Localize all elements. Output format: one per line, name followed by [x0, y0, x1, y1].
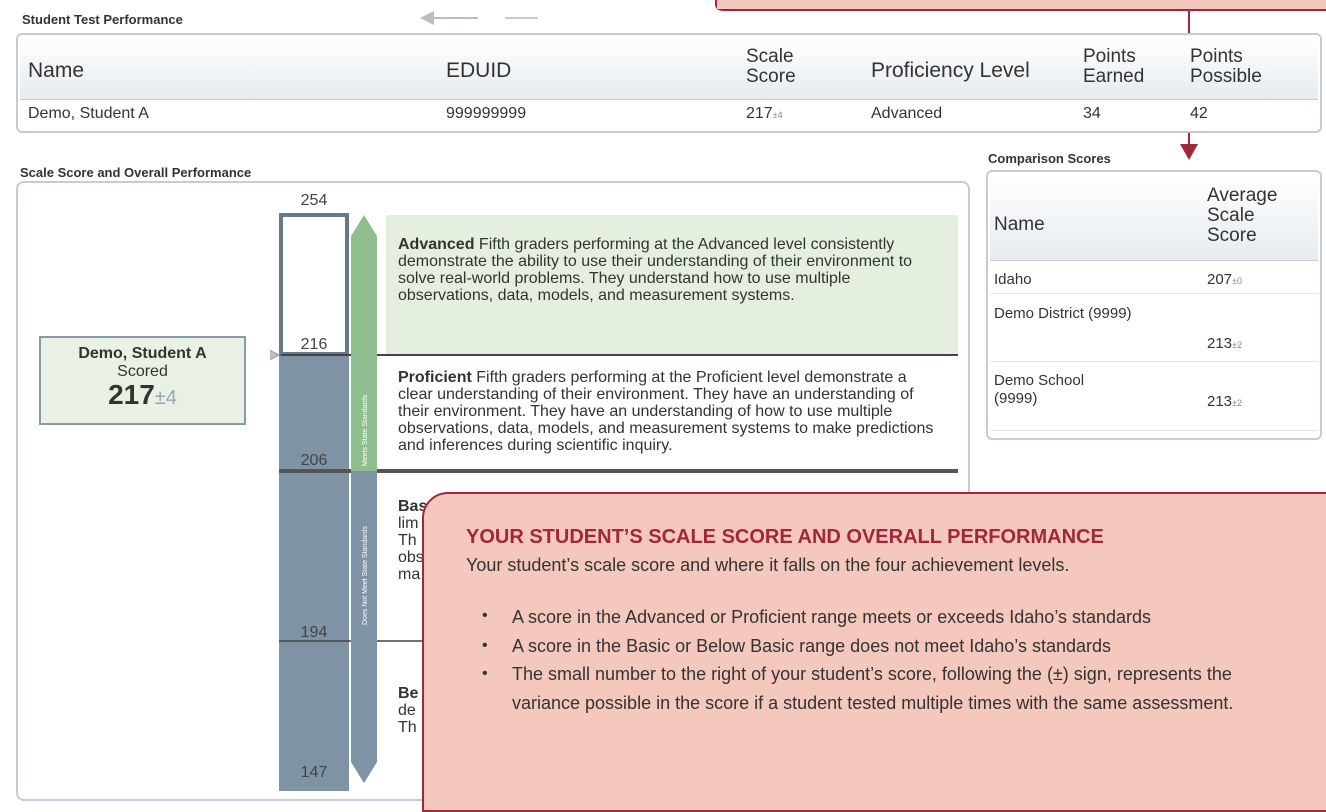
explanation-callout: YOUR STUDENT’S SCALE SCORE AND OVERALL P…	[422, 492, 1326, 812]
not-meet-standards-bar	[351, 471, 377, 783]
tick-216: 216	[300, 336, 328, 353]
callout-bullet-0: A score in the Advanced or Proficient ra…	[512, 607, 1152, 627]
tick-206: 206	[300, 452, 328, 469]
section-title-comparison: Comparison Scores	[988, 151, 1111, 166]
level-proficient-description: Proficient Fifth graders performing at t…	[398, 369, 943, 454]
level-proficient-text: Fifth graders performing at the Proficie…	[398, 369, 934, 454]
cell-proficiency: Advanced	[871, 105, 943, 122]
header-avg-0: Average	[1207, 185, 1278, 206]
header-avg-1: Scale	[1207, 205, 1255, 226]
cmp-row-0-pm: ±0	[1232, 276, 1242, 286]
cell-points-possible: 42	[1190, 105, 1208, 122]
bullet-dot-2: •	[482, 665, 488, 682]
comparison-header-name: Name	[994, 214, 1045, 235]
student-score-value-wrap: 217±4	[41, 381, 244, 412]
cmp-row-2-name: Demo School (9999)	[994, 372, 1084, 408]
callout-title: YOUR STUDENT’S SCALE SCORE AND OVERALL P…	[466, 526, 1104, 548]
cmp-row-1-score-value: 213	[1207, 335, 1233, 352]
level-proficient-name: Proficient	[398, 369, 472, 386]
lower-bands	[279, 356, 349, 791]
scale-score-pm: ±4	[772, 110, 783, 120]
below-frag-0: Be	[398, 685, 419, 702]
cmp-row-2-name-1: (9999)	[994, 390, 1038, 407]
bullet-dot-1: •	[482, 637, 488, 654]
cmp-row-1-name: Demo District (9999)	[994, 305, 1132, 322]
score-pointer-icon	[270, 349, 281, 361]
meets-standards-label: Meets State Standards	[362, 394, 369, 466]
level-below-basic-fragment: Be de Th	[398, 685, 418, 736]
student-score-pm: ±4	[154, 387, 177, 409]
student-score-box: Demo, Student A Scored 217±4	[39, 336, 246, 425]
cell-student-name: Demo, Student A	[28, 105, 149, 122]
tick-254: 254	[300, 192, 328, 209]
header-scale-score: Scale Score	[746, 46, 796, 87]
callout-intro: Your student’s scale score and where it …	[466, 555, 1070, 575]
header-eduid: EDUID	[446, 59, 512, 82]
cmp-row-2-name-0: Demo School	[994, 372, 1085, 389]
comparison-header-avg: Average Scale Score	[1207, 186, 1277, 246]
cell-eduid: 999999999	[446, 105, 527, 122]
cmp-row-2-pm: ±2	[1232, 398, 1242, 408]
header-avg-2: Score	[1207, 225, 1257, 246]
header-points-possible: Points Possible	[1190, 46, 1262, 87]
cmp-row-0-score: 207±0	[1207, 271, 1242, 290]
callout-bullet-2: The small number to the right of your st…	[512, 664, 1234, 713]
cmp-row-0-score-value: 207	[1207, 271, 1233, 288]
section-title-overall: Scale Score and Overall Performance	[20, 165, 252, 180]
callout-bullet-1: A score in the Basic or Below Basic rang…	[512, 636, 1112, 656]
bullet-dot-0: •	[482, 607, 488, 624]
cmp-row-2-score: 213±2	[1207, 393, 1242, 412]
grey-arrow-icon	[420, 11, 538, 25]
advanced-band	[279, 213, 349, 356]
level-advanced-description: Advanced Fifth graders performing at the…	[398, 236, 943, 304]
level-advanced-name: Advanced	[398, 236, 475, 253]
level-advanced-text: Fifth graders performing at the Advanced…	[398, 236, 913, 304]
cmp-row-1-score: 213±2	[1207, 335, 1242, 354]
cmp-row-2-score-value: 213	[1207, 393, 1233, 410]
cell-scale-score: 217±4	[746, 105, 783, 123]
student-score-value: 217	[108, 379, 155, 410]
not-meet-standards-label: Does Not Meet State Standards	[362, 526, 369, 625]
comparison-table: Name Average Scale Score Idaho 207±0 Dem…	[986, 170, 1322, 440]
student-test-table: Name EDUID Scale Score Proficiency Level…	[16, 33, 1322, 133]
below-frag-2: Th	[398, 719, 417, 736]
student-score-name: Demo, Student A	[78, 345, 207, 362]
tick-147: 147	[300, 764, 328, 781]
header-name: Name	[28, 59, 85, 82]
cell-points-earned: 34	[1083, 105, 1101, 122]
header-points-earned: Points Earned	[1083, 46, 1145, 87]
cmp-row-0-name: Idaho	[994, 271, 1032, 288]
cmp-row-1-pm: ±2	[1232, 340, 1242, 350]
scale-score-value: 217	[746, 105, 773, 122]
header-proficiency-level: Proficiency Level	[871, 59, 1030, 82]
section-title-student-test: Student Test Performance	[22, 12, 183, 27]
below-frag-1: de	[398, 702, 416, 719]
tick-194: 194	[300, 624, 328, 641]
